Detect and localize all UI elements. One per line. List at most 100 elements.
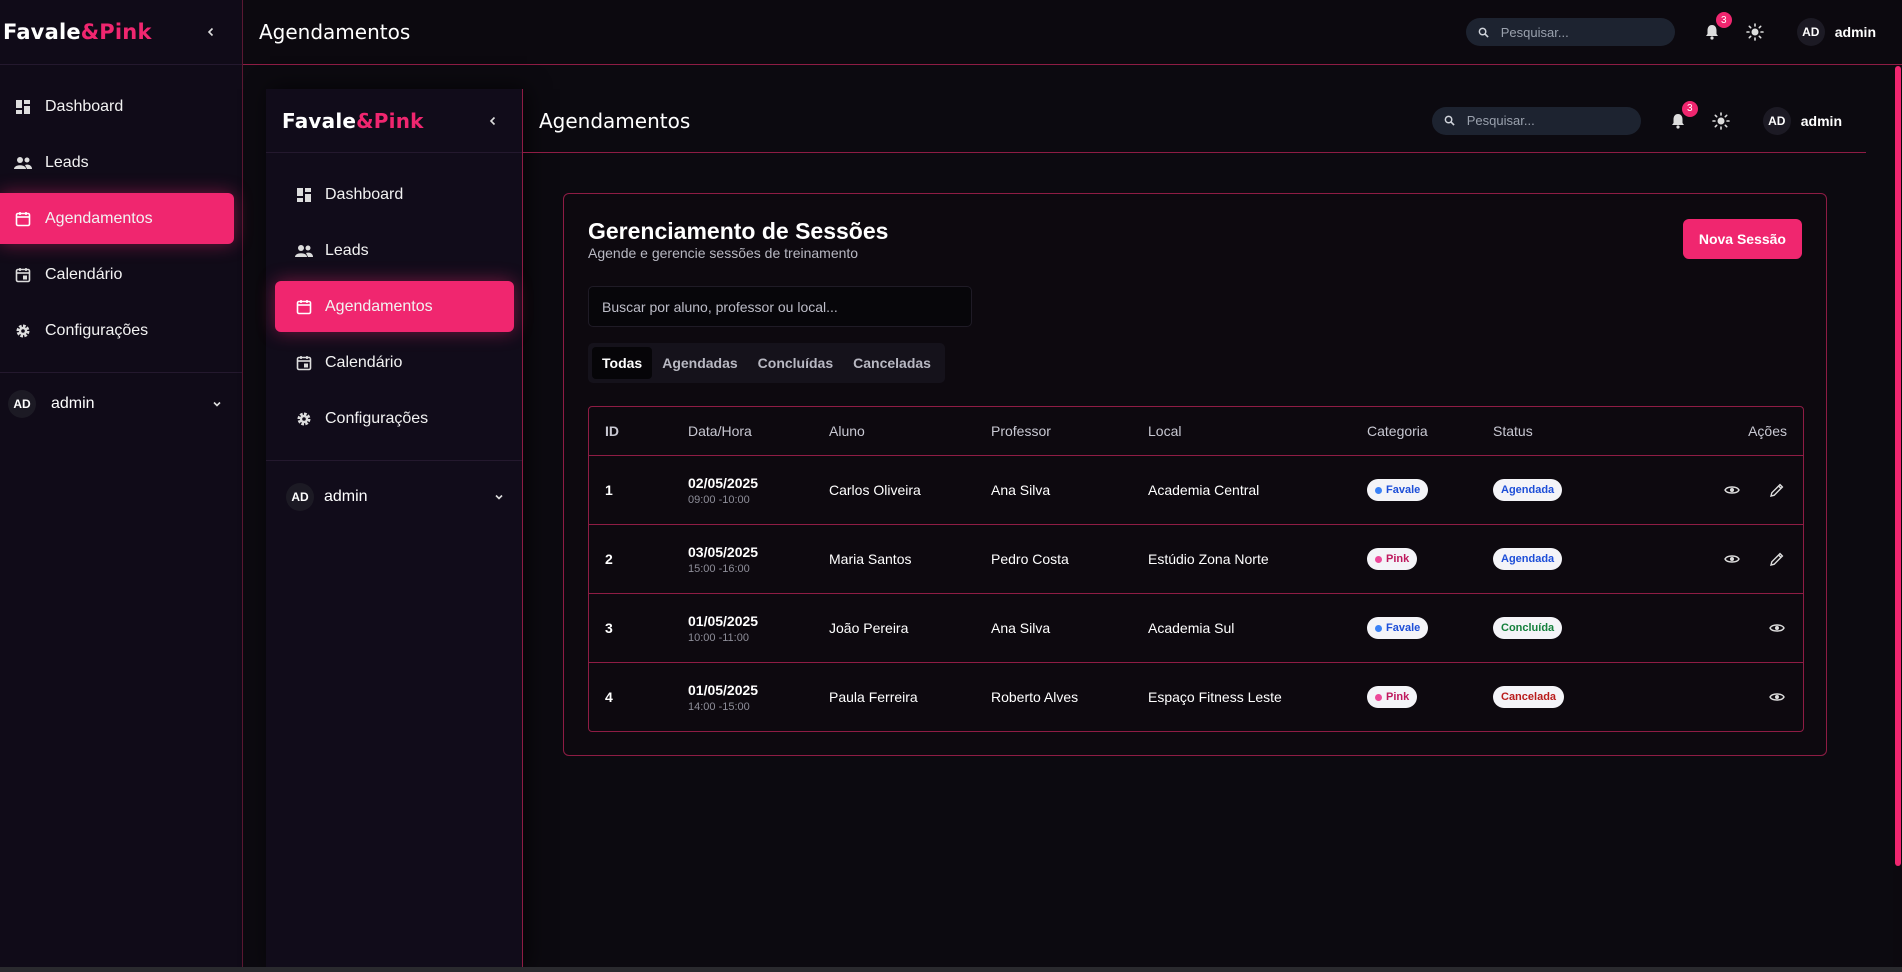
scrollbar-thumb[interactable] <box>1895 66 1901 866</box>
dashboard-icon <box>295 186 313 204</box>
nav-item-configuracoes[interactable]: Configurações <box>0 305 234 356</box>
view-button[interactable] <box>1767 618 1787 638</box>
search-icon <box>1478 27 1489 38</box>
cell-categoria: Favale <box>1367 617 1493 639</box>
nav-label: Configurações <box>45 321 149 339</box>
collapse-sidebar-button[interactable] <box>200 21 222 43</box>
notifications-button[interactable]: 3 <box>1701 12 1732 43</box>
nav-item-dashboard[interactable]: Dashboard <box>275 169 514 220</box>
header-user-menu[interactable]: AD admin <box>1762 106 1842 135</box>
gear-icon <box>295 410 313 428</box>
cell-local: Estúdio Zona Norte <box>1148 551 1269 567</box>
eye-icon <box>1724 555 1740 563</box>
outer-logo-bar: Favale&Pink <box>0 0 242 65</box>
brand-logo[interactable]: Favale&Pink <box>3 20 152 44</box>
user-name: admin <box>51 395 95 412</box>
search-input[interactable]: Pesquisar... <box>1431 106 1641 135</box>
cell-date: 02/05/2025 <box>688 474 759 491</box>
outer-header: Agendamentos Pesquisar... 3 AD admin <box>243 0 1902 65</box>
page-title: Agendamentos <box>539 108 691 133</box>
dashboard-icon <box>14 98 32 116</box>
category-dot <box>1375 693 1382 701</box>
user-menu[interactable]: AD admin <box>266 461 522 533</box>
cell-local: Espaço Fitness Leste <box>1148 689 1282 705</box>
chevron-down-icon <box>495 494 503 500</box>
cell-id: 3 <box>605 620 613 636</box>
column-header: Data/Hora <box>688 423 752 439</box>
status-badge: Concluída <box>1493 617 1563 639</box>
tab-todas[interactable]: Todas <box>592 347 653 379</box>
tab-canceladas[interactable]: Canceladas <box>843 347 941 379</box>
tab-agendadas[interactable]: Agendadas <box>652 347 747 379</box>
nav-item-dashboard[interactable]: Dashboard <box>0 81 234 132</box>
view-button[interactable] <box>1722 549 1742 569</box>
column-header: ID <box>605 423 619 439</box>
table-row: 1 02/05/2025 09:00 -10:00 Carlos Oliveir… <box>589 455 1803 524</box>
calendar-day-icon <box>295 354 313 372</box>
brand-amp: &Pink <box>80 20 152 44</box>
user-menu[interactable]: AD admin <box>0 373 242 435</box>
cell-local: Academia Central <box>1148 482 1260 498</box>
nav-item-calendario[interactable]: Calendário <box>0 249 234 300</box>
user-name: admin <box>324 488 368 505</box>
inner-logo-bar: Favale&Pink <box>266 89 522 153</box>
cell-professor: Ana Silva <box>991 482 1051 498</box>
theme-toggle-button[interactable] <box>1710 110 1732 132</box>
notification-badge: 3 <box>1715 12 1732 28</box>
theme-toggle-button[interactable] <box>1744 21 1766 43</box>
nav-label: Leads <box>325 241 369 259</box>
category-label: Pink <box>1386 691 1410 703</box>
cell-status: Agendada <box>1493 548 1659 570</box>
new-session-button[interactable]: Nova Sessão <box>1682 219 1802 259</box>
inner-nav: Dashboard Leads Agendamentos Calendário … <box>266 153 522 444</box>
collapse-sidebar-button[interactable] <box>482 110 504 132</box>
edit-button[interactable] <box>1767 549 1787 569</box>
search-input[interactable]: Pesquisar... <box>1465 18 1675 46</box>
brand-logo[interactable]: Favale&Pink <box>282 109 424 133</box>
notifications-button[interactable]: 3 <box>1667 100 1698 132</box>
cell-id: 1 <box>605 482 613 498</box>
nav-item-agendamentos[interactable]: Agendamentos <box>0 193 234 244</box>
cell-time: 14:00 -15:00 <box>688 700 750 713</box>
status-badge: Agendada <box>1493 548 1563 570</box>
cell-professor: Ana Silva <box>991 620 1051 636</box>
category-badge: Favale <box>1367 617 1429 639</box>
cell-datetime: 01/05/2025 10:00 -11:00 <box>688 613 829 644</box>
users-icon <box>14 154 32 172</box>
nav-item-calendario[interactable]: Calendário <box>275 337 514 388</box>
window-bottom-edge <box>0 967 1902 972</box>
cell-status: Concluída <box>1493 617 1659 639</box>
category-label: Pink <box>1386 553 1410 565</box>
sun-icon <box>1745 23 1764 41</box>
category-dot <box>1375 486 1382 494</box>
category-badge: Favale <box>1367 479 1429 501</box>
avatar: AD <box>1762 106 1791 135</box>
nav-item-leads[interactable]: Leads <box>0 137 234 188</box>
status-tabs: Todas Agendadas Concluídas Canceladas <box>588 343 945 383</box>
avatar: AD <box>8 390 36 418</box>
cell-time: 09:00 -10:00 <box>688 493 750 506</box>
nav-label: Calendário <box>45 265 123 283</box>
page-title: Agendamentos <box>259 20 411 44</box>
category-badge: Pink <box>1367 686 1418 708</box>
search-icon <box>1444 115 1455 126</box>
cell-date: 01/05/2025 <box>688 681 759 698</box>
calendar-icon <box>14 210 32 228</box>
cell-status: Cancelada <box>1493 686 1659 708</box>
edit-button[interactable] <box>1767 480 1787 500</box>
search-placeholder: Pesquisar... <box>1466 113 1535 128</box>
nav-item-agendamentos[interactable]: Agendamentos <box>275 281 514 332</box>
nav-item-configuracoes[interactable]: Configurações <box>275 393 514 444</box>
brand-amp: &Pink <box>356 108 424 133</box>
header-user-menu[interactable]: AD admin <box>1796 18 1876 46</box>
tab-concluidas[interactable]: Concluídas <box>748 347 843 379</box>
gear-icon <box>14 322 32 340</box>
nav-item-leads[interactable]: Leads <box>275 225 514 276</box>
view-button[interactable] <box>1722 480 1742 500</box>
cell-professor: Pedro Costa <box>991 551 1069 567</box>
sessions-search-input[interactable]: Buscar por aluno, professor ou local... <box>588 286 972 327</box>
avatar: AD <box>286 483 314 511</box>
category-label: Favale <box>1386 484 1421 496</box>
view-button[interactable] <box>1767 687 1787 707</box>
nav-label: Leads <box>45 153 89 171</box>
